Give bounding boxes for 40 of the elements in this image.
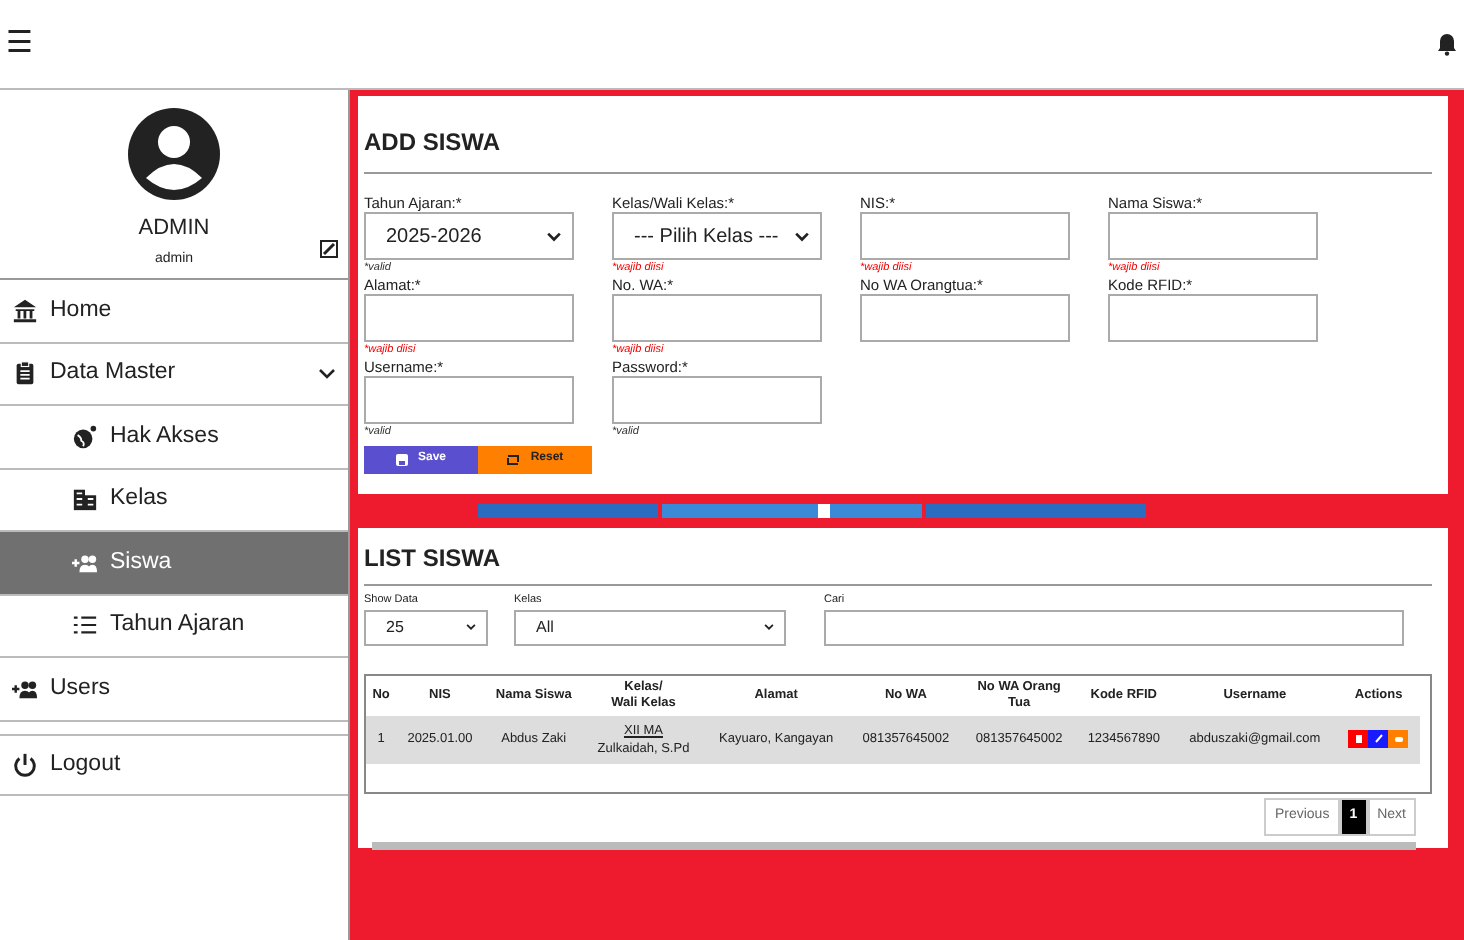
- sidebar-item[interactable]: Logout: [0, 733, 348, 796]
- select-field[interactable]: All: [514, 609, 786, 645]
- search-field[interactable]: [824, 609, 1404, 645]
- edit-icon: [320, 240, 338, 258]
- section-title: ADD SISWA: [364, 126, 503, 160]
- select-field[interactable]: 2025-2026: [364, 212, 574, 260]
- input-field[interactable]: [1108, 294, 1318, 342]
- section-title: LIST SISWA: [364, 541, 503, 575]
- select-field[interactable]: --- Pilih Kelas ---: [612, 212, 822, 260]
- globe-icon: [72, 423, 98, 450]
- list-icon: [72, 612, 98, 639]
- input-field[interactable]: [612, 294, 822, 342]
- input-field[interactable]: [364, 376, 574, 424]
- power-icon: [12, 751, 38, 778]
- edit-button[interactable]: [1368, 730, 1389, 748]
- printer-icon: [1393, 734, 1404, 744]
- scrollbar[interactable]: [372, 841, 1416, 850]
- bell-icon: [1436, 32, 1459, 56]
- pencil-icon: [1373, 734, 1384, 744]
- delete-button[interactable]: [1348, 730, 1369, 748]
- profile-name: ADMIN: [138, 214, 210, 244]
- caret-icon: [466, 622, 476, 632]
- input-field[interactable]: [860, 294, 1070, 342]
- clipboard-icon: [12, 360, 38, 387]
- trash-icon: [1353, 734, 1364, 744]
- caret-icon: [794, 231, 810, 241]
- input-field[interactable]: [1108, 212, 1318, 260]
- avatar-icon: [126, 106, 222, 202]
- repeat-icon: [506, 453, 521, 466]
- input-field[interactable]: [612, 376, 822, 424]
- menu-icon[interactable]: ☰: [5, 21, 32, 67]
- sidebar-item[interactable]: Siswa: [0, 532, 348, 595]
- building-icon: [72, 486, 98, 513]
- input-field[interactable]: [364, 294, 574, 342]
- input-field[interactable]: [860, 212, 1070, 260]
- floppy-icon: [395, 453, 408, 466]
- bank-icon: [12, 297, 38, 324]
- select-field[interactable]: 25: [364, 609, 488, 645]
- caret-icon: [546, 231, 562, 241]
- caret-icon: [764, 622, 774, 632]
